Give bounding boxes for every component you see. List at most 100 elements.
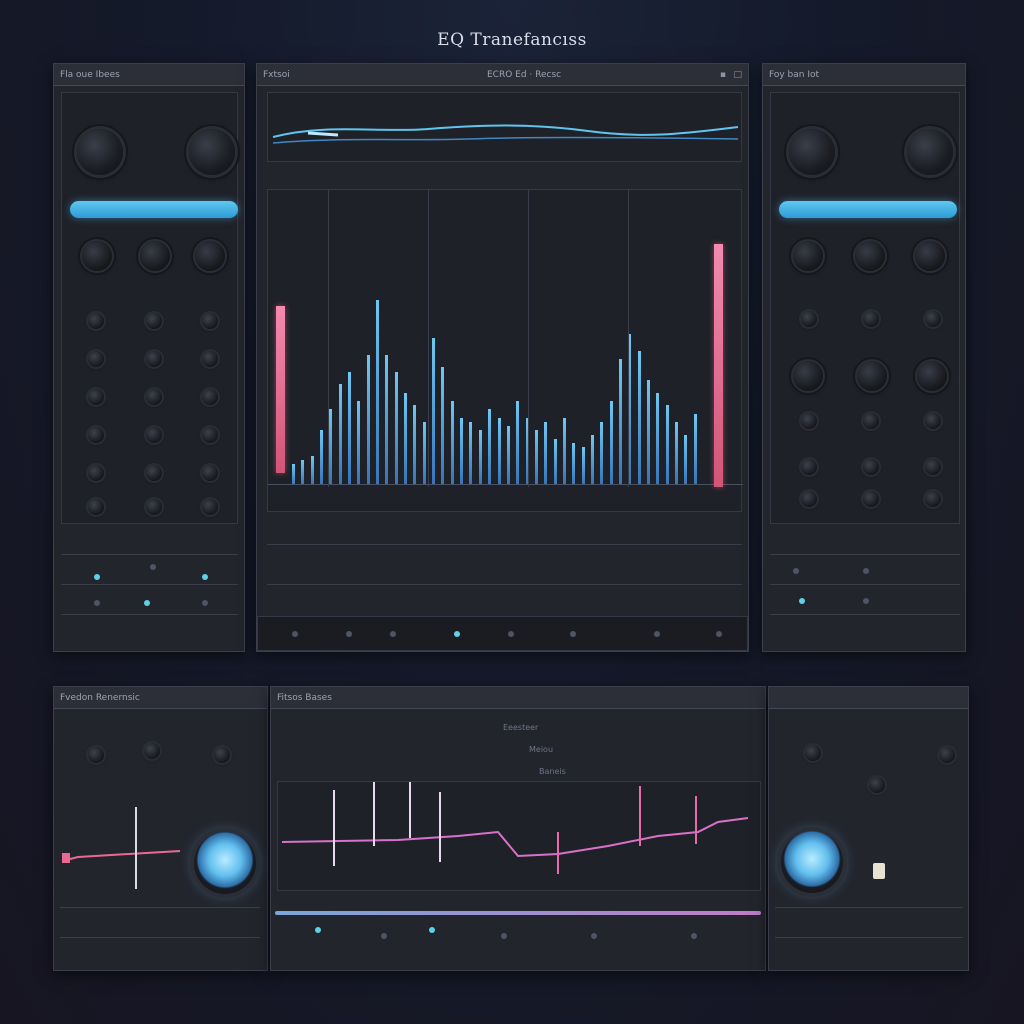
output-knob-1[interactable] [805,745,821,761]
right-drive-knob-3[interactable] [917,361,947,391]
left-trim-knob-18[interactable] [202,499,218,515]
right-indicator-3 [799,598,805,604]
left-trim-knob-5[interactable] [146,351,162,367]
output-knob-2[interactable] [869,777,885,793]
spectrum-bar [553,438,557,485]
right-trim-knob-7[interactable] [801,459,817,475]
dynamics-main-knob[interactable] [194,832,256,894]
right-trim-knob-9[interactable] [925,459,941,475]
right-drive-knob-1[interactable] [793,361,823,391]
filter-button-6[interactable] [691,933,697,939]
right-mode-slider[interactable] [779,201,957,218]
mid-band-knob[interactable] [140,241,170,271]
left-trim-knob-13[interactable] [88,465,104,481]
output-toggle-switch[interactable] [873,863,885,879]
left-trim-knob-12[interactable] [202,427,218,443]
dynamics-knob-3[interactable] [214,747,230,763]
spectrum-bar [413,405,417,485]
right-trim-knob-5[interactable] [863,413,879,429]
left-trim-knob-3[interactable] [202,313,218,329]
right-trim-knob-6[interactable] [925,413,941,429]
filter-progress-bar[interactable] [275,911,761,915]
left-trim-knob-2[interactable] [146,313,162,329]
right-high-knob[interactable] [915,241,945,271]
left-trim-knob-8[interactable] [146,389,162,405]
left-trim-knob-17[interactable] [146,499,162,515]
spectrum-bar [637,350,641,485]
left-indicator-2 [150,564,156,570]
app-title: EQ Tranefancıss [437,30,587,50]
filter-label-c: Baneis [539,767,566,776]
transport-button-8[interactable] [716,631,722,637]
transport-button-5[interactable] [508,631,514,637]
filter-button-1[interactable] [315,927,321,933]
output-divider-2 [775,937,963,938]
output-divider-1 [775,907,963,908]
close-icon[interactable]: ▪ [720,64,726,85]
left-trim-knob-14[interactable] [146,465,162,481]
output-gain-knob[interactable] [189,129,235,175]
spectrum-bar [646,380,650,485]
maximize-icon[interactable]: □ [733,64,742,85]
output-panel [768,686,969,971]
spectrum-bar [572,443,576,485]
left-trim-knob-11[interactable] [146,427,162,443]
output-main-knob[interactable] [781,831,843,893]
right-trim-knob-1[interactable] [801,311,817,327]
left-trim-knob-7[interactable] [88,389,104,405]
spectrum-bar [441,367,445,485]
high-band-knob[interactable] [195,241,225,271]
right-trim-knob-11[interactable] [863,491,879,507]
transport-button-4[interactable] [454,631,460,637]
left-mode-slider[interactable] [70,201,238,218]
right-trim-knob-10[interactable] [801,491,817,507]
left-trim-knob-9[interactable] [202,389,218,405]
transport-button-2[interactable] [346,631,352,637]
left-trim-knob-6[interactable] [202,351,218,367]
right-trim-knob-3[interactable] [925,311,941,327]
grid-line-4 [628,190,629,487]
right-trim-knob-4[interactable] [801,413,817,429]
dynamics-knob-2[interactable] [144,743,160,759]
left-trim-knob-1[interactable] [88,313,104,329]
spectrum-display[interactable] [267,189,743,512]
spectrum-bar [320,430,324,485]
filter-button-3[interactable] [429,927,435,933]
spectrum-bar [562,417,566,485]
transport-button-6[interactable] [570,631,576,637]
right-trim-knob-12[interactable] [925,491,941,507]
eq-lower-divider-2 [267,584,742,585]
eq-display-panel: Fxtsoi ECRO Ed · Recsc ▪ □ [256,63,749,652]
right-low-knob[interactable] [793,241,823,271]
filter-button-4[interactable] [501,933,507,939]
left-indicator-4 [94,600,100,606]
filter-button-2[interactable] [381,933,387,939]
spectrum-bar [394,371,398,485]
waveform-overview[interactable] [267,92,742,162]
eq-transport-bar [257,616,748,651]
right-trim-knob-8[interactable] [863,459,879,475]
transport-button-1[interactable] [292,631,298,637]
low-band-knob[interactable] [82,241,112,271]
dynamics-knob-1[interactable] [88,747,104,763]
transport-button-7[interactable] [654,631,660,637]
input-gain-knob[interactable] [77,129,123,175]
filter-curve-display[interactable] [277,781,761,891]
right-output-knob[interactable] [907,129,953,175]
left-trim-knob-10[interactable] [88,427,104,443]
right-trim-knob-2[interactable] [863,311,879,327]
right-drive-knob-2[interactable] [857,361,887,391]
right-mid-knob[interactable] [855,241,885,271]
left-trim-knob-15[interactable] [202,465,218,481]
left-trim-knob-4[interactable] [88,351,104,367]
left-channel-panel: Fla oue Ibees [53,63,245,652]
filter-button-5[interactable] [591,933,597,939]
dynamics-divider-2 [60,937,260,938]
right-input-knob[interactable] [789,129,835,175]
left-trim-knob-16[interactable] [88,499,104,515]
spectrum-bar [366,354,370,485]
transport-button-3[interactable] [390,631,396,637]
output-knob-3[interactable] [939,747,955,763]
filter-label-b: Meiou [529,745,554,754]
spectrum-bar [665,405,669,485]
